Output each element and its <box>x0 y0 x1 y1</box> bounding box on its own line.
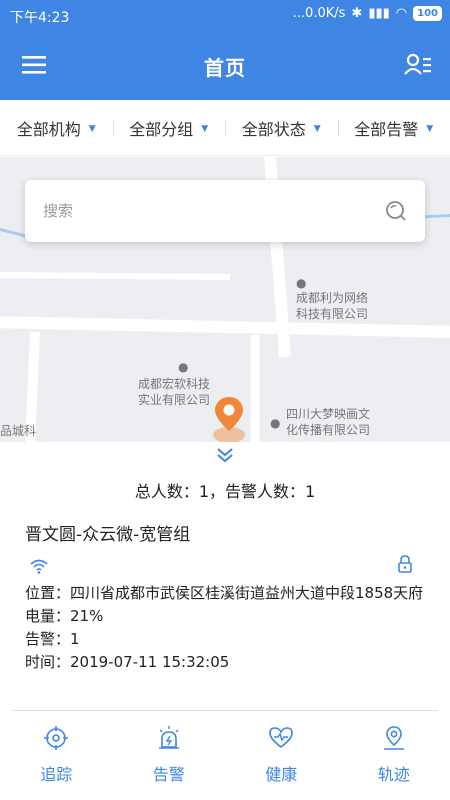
nav-label: 追踪 <box>40 765 73 784</box>
nav-label: 告警 <box>152 765 185 784</box>
filter-label: 全部状态 <box>241 119 306 139</box>
network-speed: ...0.0K/s <box>292 6 346 21</box>
app-header: 首页 <box>0 32 450 100</box>
track-pin-icon <box>383 726 404 750</box>
filter-group[interactable]: 全部分组 ▼ <box>112 116 226 140</box>
bluetooth-icon: ✱ <box>351 6 363 21</box>
nav-alarm[interactable]: 告警 <box>113 715 226 800</box>
map-poi: ● <box>296 276 307 290</box>
lock-icon <box>398 555 412 573</box>
device-group-title[interactable]: 晋文圆-众云微-宽管组 <box>25 520 190 545</box>
location-pin-icon[interactable] <box>212 395 246 443</box>
caret-down-icon: ▼ <box>426 123 434 134</box>
battery-text: 电量：21% <box>25 607 104 625</box>
filter-status[interactable]: 全部状态 ▼ <box>225 116 338 140</box>
status-indicators: ...0.0K/s ✱ ▮▮▮ ◠ 100 <box>293 6 442 21</box>
map-poi-label: 成都宏软科技 实业有限公司 <box>138 377 211 407</box>
time-text: 时间：2019-07-11 15:32:05 <box>25 653 230 671</box>
map-poi-label: 品城科 <box>0 424 37 438</box>
filter-bar: 全部机构 ▼ 全部分组 ▼ 全部状态 ▼ 全部告警 ▼ <box>0 100 450 156</box>
nav-label: 健康 <box>265 765 298 784</box>
signal-icon: ▮▮▮ <box>368 6 390 21</box>
location-text: 位置：四川省成都市武侯区桂溪街道益州大道中段1858天府 <box>25 584 424 602</box>
device-info: 位置：四川省成都市武侯区桂溪街道益州大道中段1858天府 电量：21% 告警：1… <box>25 582 425 674</box>
divider <box>12 710 438 711</box>
filter-label: 全部机构 <box>16 119 81 139</box>
search-box <box>25 180 425 242</box>
user-list-icon[interactable] <box>404 52 432 78</box>
caret-down-icon: ▼ <box>201 123 209 134</box>
alarm-siren-icon <box>158 726 179 749</box>
filter-alarm[interactable]: 全部告警 ▼ <box>337 116 450 140</box>
crosshair-icon <box>44 726 69 750</box>
top-bar: 下午4:23 ...0.0K/s ✱ ▮▮▮ ◠ 100 首页 <box>0 0 450 100</box>
filter-label: 全部分组 <box>129 119 194 139</box>
page-title: 首页 <box>204 56 246 80</box>
battery-indicator: 100 <box>413 6 442 21</box>
map-poi: ● <box>178 360 189 374</box>
search-input[interactable] <box>43 198 373 224</box>
status-time: 下午4:23 <box>10 10 70 26</box>
map-poi: ● <box>270 416 281 430</box>
map-poi-label: 四川大梦映画文 化传播有限公司 <box>286 407 371 437</box>
chevron-double-down-icon[interactable] <box>214 446 236 464</box>
caret-down-icon: ▼ <box>313 123 321 134</box>
bottom-nav: 追踪 告警 健康 轨迹 <box>0 715 450 800</box>
health-heart-icon <box>269 727 294 749</box>
totals-summary: 总人数：1，告警人数：1 <box>134 482 316 501</box>
caret-down-icon: ▼ <box>88 123 96 134</box>
nav-health[interactable]: 健康 <box>225 715 338 800</box>
status-bar: 下午4:23 ...0.0K/s ✱ ▮▮▮ ◠ 100 <box>0 0 450 32</box>
nav-trajectory[interactable]: 轨迹 <box>338 715 450 800</box>
map-poi-label: 成都利为网络 科技有限公司 <box>296 291 369 321</box>
alarm-count-text: 告警：1 <box>25 630 80 648</box>
wifi-status-icon: ◠ <box>395 6 408 21</box>
wifi-icon <box>30 559 48 574</box>
nav-track[interactable]: 追踪 <box>0 715 113 800</box>
filter-organization[interactable]: 全部机构 ▼ <box>0 116 113 140</box>
filter-label: 全部告警 <box>354 119 419 139</box>
nav-label: 轨迹 <box>377 765 410 784</box>
search-icon[interactable] <box>385 200 407 222</box>
